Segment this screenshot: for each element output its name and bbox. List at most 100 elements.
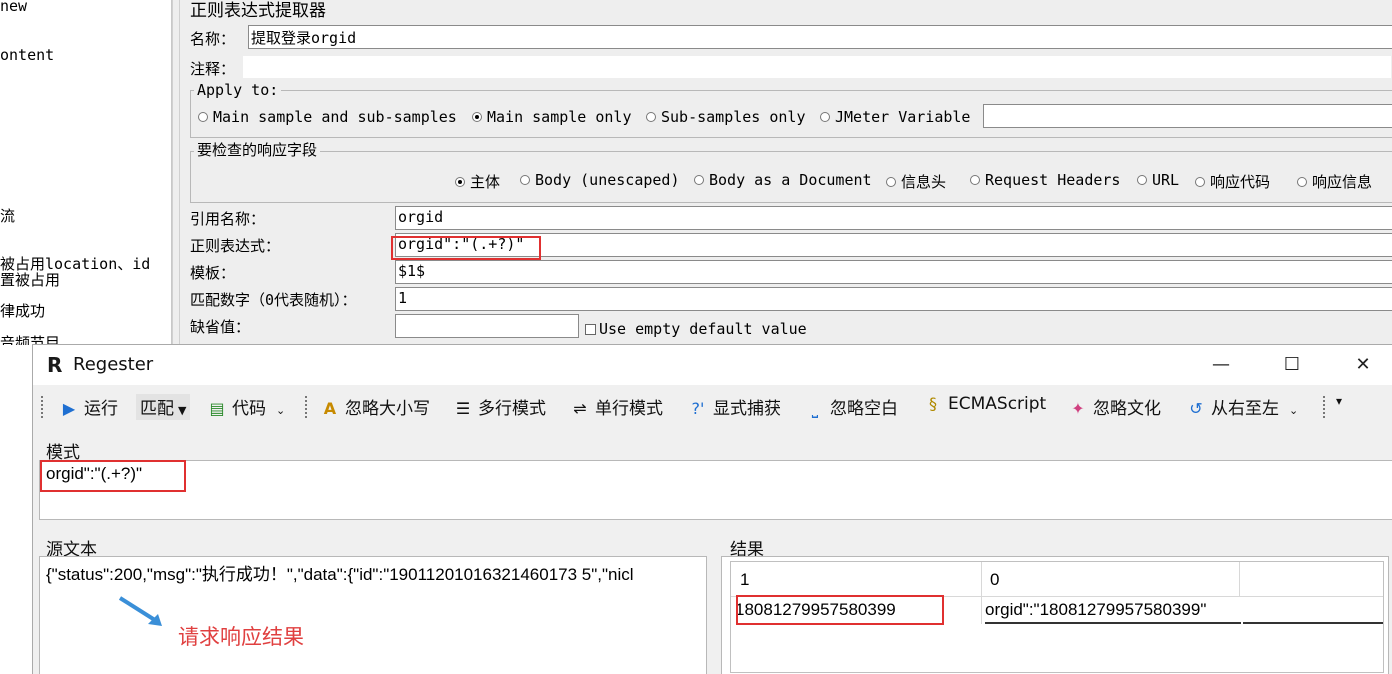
tree-item[interactable]: new [0,0,27,15]
radio-headers[interactable]: 信息头 [886,171,946,192]
result-column-header[interactable]: 0 [990,570,999,590]
panel-title: 正则表达式提取器 [190,1,326,21]
result-grid[interactable]: 1 0 18081279957580399 orgid":"1808127995… [730,561,1384,673]
minimize-button[interactable]: — [1198,345,1244,385]
radio-dot-icon [970,175,980,185]
source-text: {"status":200,"msg":"执行成功！","data":{"id"… [46,565,634,584]
multiline-toggle[interactable]: ☰ 多行模式 [453,394,546,420]
match-no-label: 匹配数字（0代表随机）： [190,291,357,309]
tree-item[interactable]: ontent [0,46,54,64]
use-empty-checkbox[interactable]: Use empty default value [585,320,807,338]
apply-to-legend: Apply to: [194,81,282,99]
comment-input[interactable] [242,55,1392,79]
radio-body-unescaped[interactable]: Body (unescaped) [520,171,680,189]
radio-request-headers[interactable]: Request Headers [970,171,1120,189]
radio-label: 信息头 [901,173,947,191]
ignore-whitespace-label: 忽略空白 [830,399,898,419]
pattern-text: orgid":"(.+?)" [46,464,143,483]
close-button[interactable]: ✕ [1340,345,1386,385]
regester-window: R Regester — ☐ ✕ ▶ 运行 匹配 ▼ ▤ 代码 ⌄ A 忽略大小写 ☰ 多行… [32,344,1392,674]
radio-dot-icon [1195,177,1205,187]
radio-sub-only[interactable]: Sub-samples only [646,108,806,126]
tree-item[interactable]: 流 [0,205,15,226]
radio-label: Main sample only [487,108,632,126]
template-label: 模板： [190,264,236,282]
return-arrow-icon: ↺ [1189,399,1203,418]
radio-label: 响应信息 [1312,173,1373,191]
ignore-whitespace-toggle[interactable]: ⎵ 忽略空白 [805,394,898,420]
dropdown-arrow-icon: ⌄ [1289,404,1299,417]
result-column-header[interactable]: 1 [740,570,749,590]
code-icon: ▤ [209,399,225,418]
result-grid-header [731,562,1383,596]
radio-dot-selected-icon [455,177,465,187]
test-plan-tree: new ontent 流 被占用location、id 置被占用 律成功 音频节… [0,0,172,345]
annotation-arrow [118,596,162,626]
title-bar: R Regester — ☐ ✕ [33,345,1392,385]
cell-underline [1243,622,1383,624]
grid-line [731,596,1383,597]
toolbar-grip[interactable] [1323,396,1326,418]
regex-input[interactable]: orgid":"(.+?)" [395,233,1392,257]
ignore-culture-label: 忽略文化 [1093,399,1161,419]
radio-dot-icon [646,112,656,122]
radio-jmeter-variable[interactable]: JMeter Variable [820,108,970,126]
list-icon: ☰ [455,399,471,418]
grid-line [1239,562,1240,596]
annotation-text: 请求响应结果 [178,625,304,649]
radio-dot-icon [1137,175,1147,185]
radio-main-and-sub[interactable]: Main sample and sub-samples [198,108,457,126]
ignore-case-toggle[interactable]: A 忽略大小写 [320,394,430,420]
ecmascript-toggle[interactable]: § ECMAScript [923,394,1046,420]
radio-label: Body as a Document [709,171,872,189]
radio-response-message[interactable]: 响应信息 [1297,171,1372,192]
chevron-down-icon: ▾ [1336,394,1343,408]
radio-dot-selected-icon [472,112,482,122]
match-mode-label: 匹配 [140,399,174,419]
radio-body-document[interactable]: Body as a Document [694,171,872,189]
jmeter-variable-input[interactable] [983,104,1392,128]
tree-item[interactable]: 律成功 [0,300,45,321]
regex-label: 正则表达式： [190,237,281,255]
template-input[interactable]: $1$ [395,260,1392,284]
wrap-icon: ⇌ [573,399,587,418]
radio-response-code[interactable]: 响应代码 [1195,171,1270,192]
toolbar-grip[interactable] [41,396,44,418]
singleline-toggle[interactable]: ⇌ 单行模式 [570,394,663,420]
radio-main-only[interactable]: Main sample only [472,108,632,126]
source-text-editor[interactable]: {"status":200,"msg":"执行成功！","data":{"id"… [39,556,707,674]
overflow-button[interactable]: ▾ [1336,394,1342,420]
code-button[interactable]: ▤ 代码 ⌄ [207,394,285,420]
result-cell[interactable]: orgid":"18081279957580399" [985,600,1206,620]
maximize-button[interactable]: ☐ [1269,345,1315,385]
regex-extractor-panel: 正则表达式提取器 名称： 提取登录orgid 注释： Apply to: Mai… [180,0,1392,345]
right-to-left-toggle[interactable]: ↺ 从右至左 ⌄ [1186,394,1298,420]
result-cell[interactable]: 18081279957580399 [735,600,896,620]
tree-splitter[interactable] [172,0,180,345]
ignore-culture-toggle[interactable]: ✦ 忽略文化 [1068,394,1161,420]
checkbox-icon [585,324,596,335]
radio-label: URL [1152,171,1180,189]
right-to-left-label: 从右至左 [1211,399,1279,419]
radio-body[interactable]: 主体 [455,171,500,192]
match-mode-dropdown[interactable]: 匹配 ▼ [136,394,191,420]
toolbar-grip[interactable] [305,396,308,418]
radio-label: Request Headers [985,171,1121,189]
ecmascript-label: ECMAScript [948,394,1047,414]
match-no-input[interactable]: 1 [395,287,1392,311]
radio-label: 响应代码 [1210,173,1271,191]
tree-item[interactable]: 置被占用 [0,269,60,290]
pattern-editor[interactable]: orgid":"(.+?)" [39,460,1392,520]
grid-line [981,562,982,624]
radio-label: Body (unescaped) [535,171,680,189]
result-panel: 1 0 18081279957580399 orgid":"1808127995… [721,556,1389,674]
question-icon: ?' [691,399,705,418]
default-input[interactable] [395,314,579,338]
cell-underline [985,622,1241,624]
ref-name-input[interactable]: orgid [395,206,1392,230]
radio-url[interactable]: URL [1137,171,1179,189]
explicit-capture-toggle[interactable]: ?' 显式捕获 [688,394,781,420]
run-button[interactable]: ▶ 运行 [59,394,118,420]
play-icon: ▶ [62,399,76,418]
name-input[interactable]: 提取登录orgid [248,25,1392,49]
